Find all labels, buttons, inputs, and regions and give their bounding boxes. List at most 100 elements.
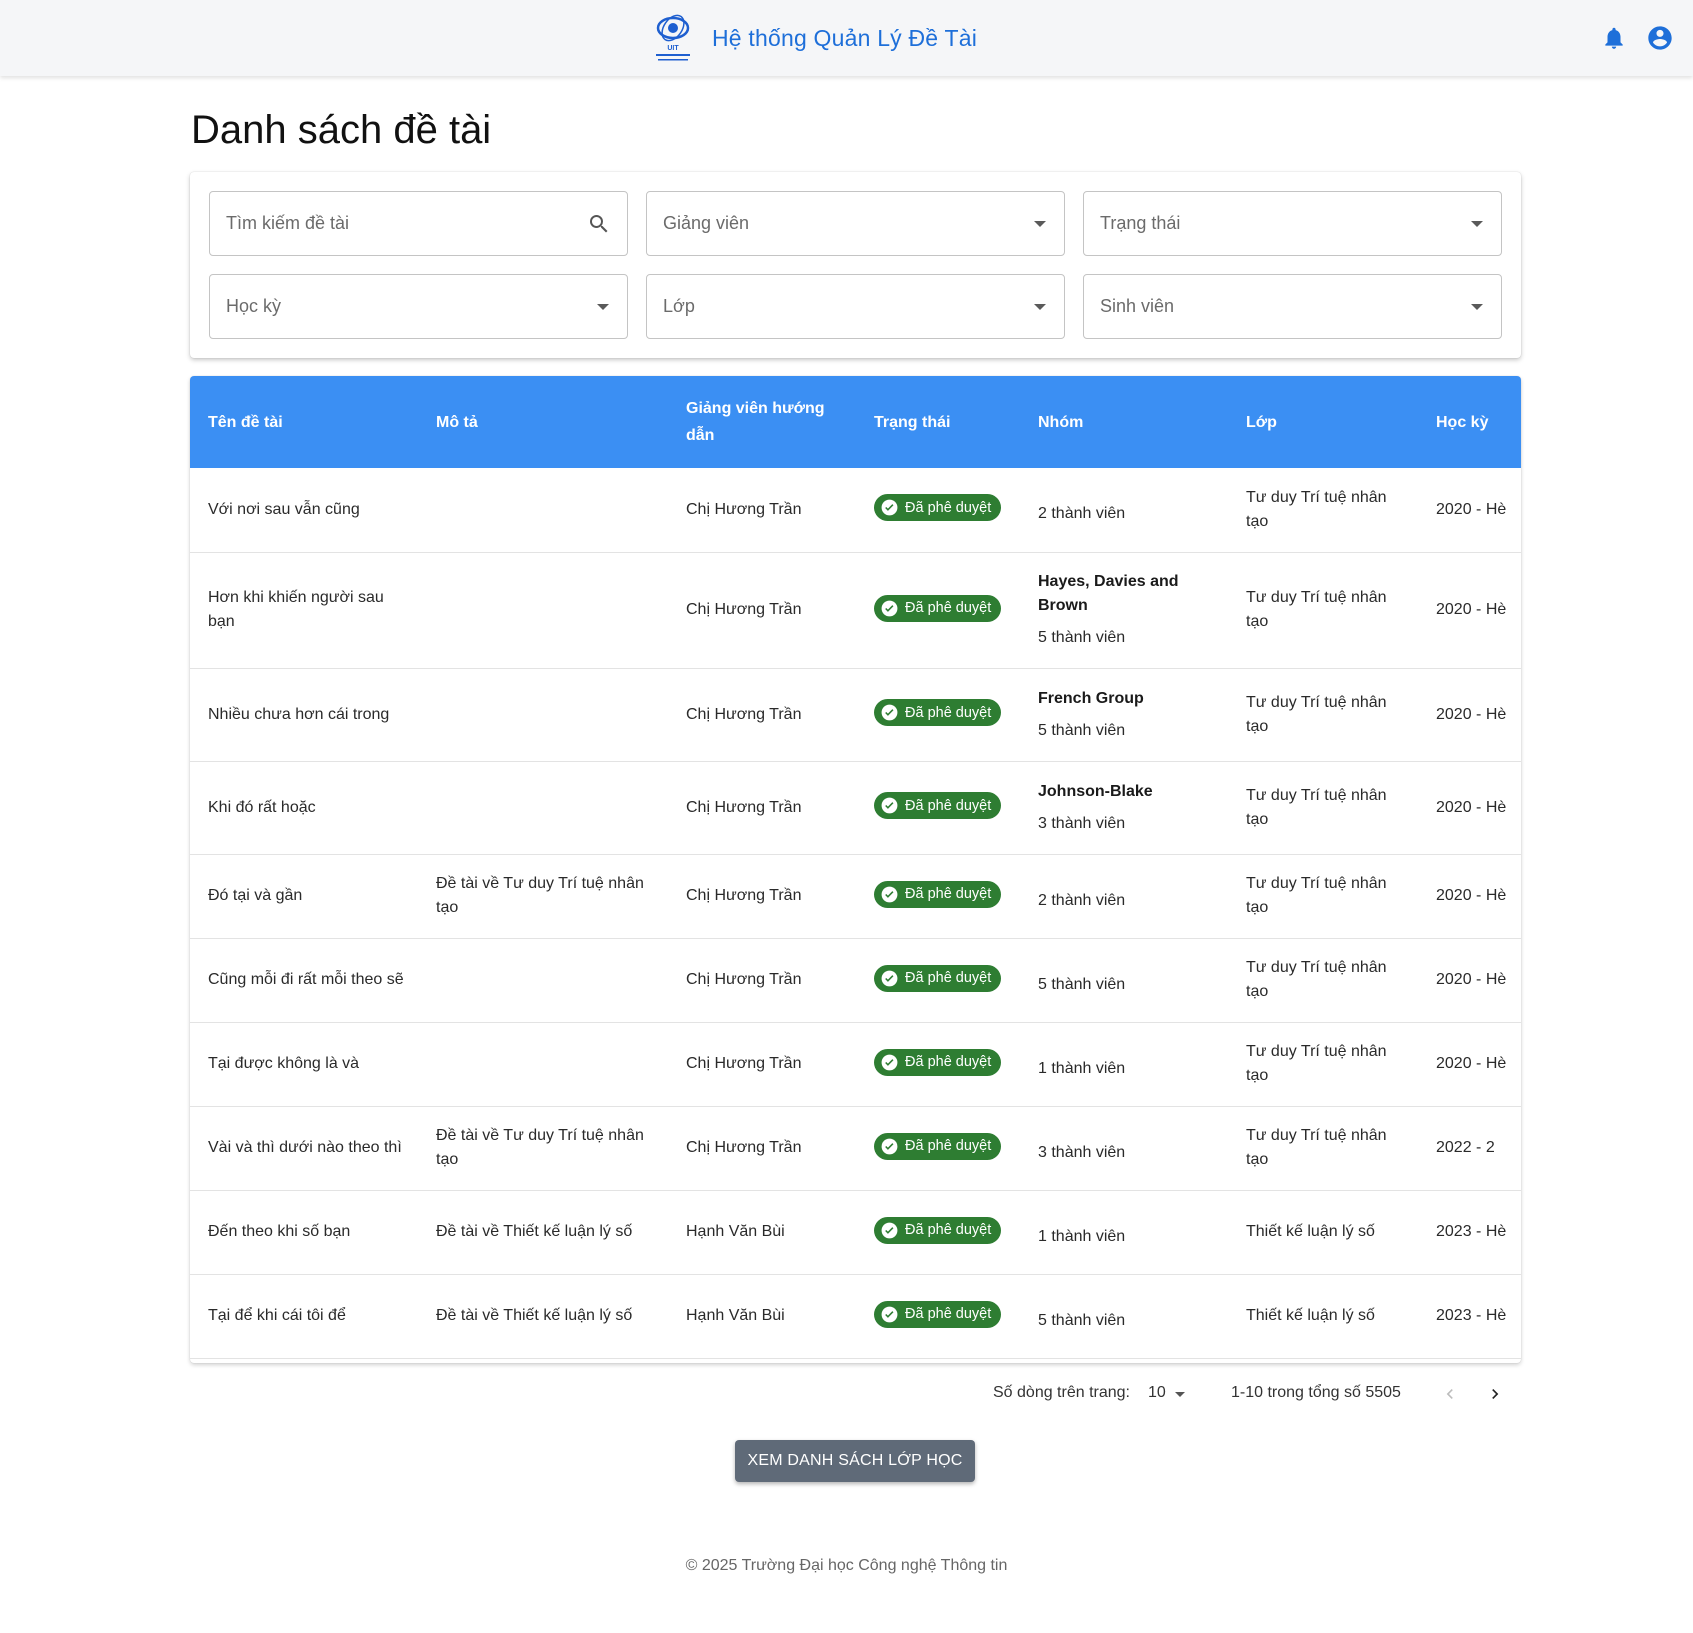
class-select[interactable]: Lớp: [646, 274, 1065, 339]
cell-advisor: Chị Hương Trần: [686, 1139, 802, 1156]
status-select-label: Trạng thái: [1100, 213, 1181, 233]
rows-per-page-select[interactable]: 10: [1148, 1384, 1166, 1402]
check-circle-icon: [881, 886, 898, 902]
cell-semester: 2020 - Hè: [1436, 500, 1507, 518]
view-classes-button[interactable]: XEM DANH SÁCH LỚP HỌC: [735, 1440, 975, 1482]
cell-status: Đã phê duyệt: [856, 1274, 1020, 1358]
cell-advisor: Chị Hương Trần: [686, 500, 802, 518]
brand[interactable]: UIT Hệ thống Quản Lý Đề Tài: [652, 12, 977, 64]
status-badge: Đã phê duyệt: [874, 964, 1002, 992]
table-row[interactable]: Đó tại và gần Đề tài về Tư duy Trí tuệ nh…: [190, 854, 1521, 938]
cell-semester: 2020 - Hè: [1436, 971, 1507, 988]
table-row[interactable]: Hơn khi khiến người sau bạn Chị Hương Trầ…: [190, 552, 1521, 668]
cell-group: 2 thành viên: [1020, 854, 1228, 938]
cell-name: Với nơi sau vẫn cũng: [208, 500, 360, 518]
check-circle-icon: [881, 1054, 898, 1070]
check-circle-icon: [881, 600, 898, 616]
table-row[interactable]: Với nơi sau vẫn cũng Chị Hương Trần Đã phê…: [190, 468, 1521, 552]
cell-desc: Đề tài về Tư duy Trí tuệ nhân tạo: [436, 1127, 644, 1168]
account-circle-icon[interactable]: [1646, 24, 1674, 52]
student-select[interactable]: Sinh viên: [1083, 274, 1502, 339]
svg-text:UIT: UIT: [667, 45, 679, 52]
cell-name: Đến theo khi số bạn: [208, 1223, 351, 1240]
semester-select-label: Học kỳ: [226, 296, 282, 316]
status-badge-label: Đã phê duyệt: [905, 499, 992, 516]
next-page-icon[interactable]: [1485, 1382, 1505, 1406]
cell-semester: 2020 - Hè: [1436, 1055, 1507, 1072]
cell-semester: 2020 - Hè: [1436, 887, 1507, 904]
check-circle-icon: [881, 704, 898, 721]
table-row[interactable]: Khi đó rất hoặc Chị Hương Trần Đã phê duyệ…: [190, 761, 1521, 854]
cell-class: Tư duy Trí tuệ nhân tạo: [1246, 786, 1387, 828]
col-header-desc[interactable]: Mô tả: [418, 376, 668, 468]
cell-status: Đã phê duyệt: [856, 854, 1020, 938]
cell-semester: 2023 - Hè: [1436, 1307, 1507, 1324]
status-badge: Đã phê duyệt: [874, 699, 1002, 726]
cell-group: 1 thành viên: [1020, 1022, 1228, 1106]
table-row[interactable]: Tại để khi cái tôi để Đề tài về Thiết kế …: [190, 1274, 1521, 1358]
cell-name: Khi đó rất hoặc: [208, 798, 316, 816]
topics-table: Tên đề tài Mô tả Giảng viên hướng dẫn Tr…: [190, 376, 1521, 1363]
cell-name: Đó tại và gần: [208, 887, 303, 904]
status-badge: Đã phê duyệt: [874, 594, 1002, 622]
cell-status: Đã phê duyệt: [856, 1106, 1020, 1190]
table-row[interactable]: Đến theo khi số bạn Đề tài về Thiết kế lu…: [190, 1190, 1521, 1274]
status-badge: Đã phê duyệt: [874, 792, 1002, 819]
cell-advisor: Chị Hương Trần: [686, 798, 802, 816]
chevron-down-icon: [597, 304, 609, 310]
search-input[interactable]: Tìm kiếm đề tài: [209, 191, 628, 256]
cell-semester: 2020 - Hè: [1436, 798, 1507, 816]
col-header-status[interactable]: Trạng thái: [856, 376, 1020, 468]
table-row[interactable]: Cũng mỗi đi rất mỗi theo sẽ Chị Hương Trầ…: [190, 938, 1521, 1022]
group-members: 5 thành viên: [1038, 975, 1126, 993]
col-header-name[interactable]: Tên đề tài: [190, 376, 418, 468]
chevron-down-icon[interactable]: [1175, 1392, 1185, 1397]
status-badge-label: Đã phê duyệt: [905, 797, 992, 814]
cell-desc: Đề tài về Thiết kế luận lý số: [436, 1307, 633, 1324]
app-bar: UIT Hệ thống Quản Lý Đề Tài: [0, 0, 1693, 76]
university-logo: UIT: [656, 14, 690, 61]
status-select[interactable]: Trạng thái: [1083, 191, 1502, 256]
pagination-range: 1-10 trong tổng số 5505: [1231, 1384, 1401, 1401]
status-badge-label: Đã phê duyệt: [905, 600, 992, 616]
group-members: 5 thành viên: [1038, 1311, 1126, 1329]
cell-class: Tư duy Trí tuệ nhân tạo: [1246, 589, 1387, 630]
group-name: Johnson-Blake: [1038, 782, 1153, 800]
cell-group: 5 thành viên: [1020, 938, 1228, 1022]
check-circle-icon: [881, 499, 898, 516]
col-header-advisor[interactable]: Giảng viên hướng dẫn: [668, 376, 856, 468]
semester-select[interactable]: Học kỳ: [209, 274, 628, 339]
class-select-label: Lớp: [663, 296, 695, 316]
notification-bell-icon[interactable]: [1601, 24, 1627, 52]
group-members: 2 thành viên: [1038, 505, 1126, 523]
search-icon[interactable]: [587, 212, 611, 236]
col-header-class[interactable]: Lớp: [1228, 376, 1418, 468]
check-circle-icon: [881, 1306, 898, 1322]
cell-semester: 2023 - Hè: [1436, 1223, 1507, 1240]
cell-class: Tư duy Trí tuệ nhân tạo: [1246, 959, 1387, 1000]
cell-group: French Group 5 thành viên: [1020, 668, 1228, 761]
status-badge-label: Đã phê duyệt: [905, 1222, 992, 1238]
table-row[interactable]: Vài và thì dưới nào theo thì Đề tài về Tư…: [190, 1106, 1521, 1190]
table-row[interactable]: Tại được không là và Chị Hương Trần Đã phê…: [190, 1022, 1521, 1106]
cell-advisor: Chị Hương Trần: [686, 601, 802, 618]
status-badge: Đã phê duyệt: [874, 880, 1002, 908]
cell-name: Tại để khi cái tôi để: [208, 1307, 346, 1324]
status-badge: Đã phê duyệt: [874, 1216, 1002, 1244]
cell-class: Thiết kế luận lý số: [1246, 1307, 1375, 1324]
previous-page-icon[interactable]: [1440, 1382, 1460, 1406]
cell-desc: Đề tài về Thiết kế luận lý số: [436, 1223, 633, 1240]
chevron-down-icon: [1471, 304, 1483, 310]
cell-desc: Đề tài về Tư duy Trí tuệ nhân tạo: [436, 875, 644, 916]
cell-semester: 2022 - 2: [1436, 1139, 1495, 1156]
cell-desc: [418, 1022, 668, 1106]
page-title: Danh sách đề tài: [191, 108, 492, 152]
cell-advisor: Chị Hương Trần: [686, 971, 802, 988]
group-members: 2 thành viên: [1038, 891, 1126, 909]
cell-status: Đã phê duyệt: [856, 668, 1020, 761]
check-circle-icon: [881, 1222, 898, 1238]
lecturer-select[interactable]: Giảng viên: [646, 191, 1065, 256]
col-header-group[interactable]: Nhóm: [1020, 376, 1228, 468]
table-row[interactable]: Nhiều chưa hơn cái trong Chị Hương Trần Đã…: [190, 668, 1521, 761]
col-header-semester[interactable]: Học kỳ: [1418, 376, 1521, 468]
